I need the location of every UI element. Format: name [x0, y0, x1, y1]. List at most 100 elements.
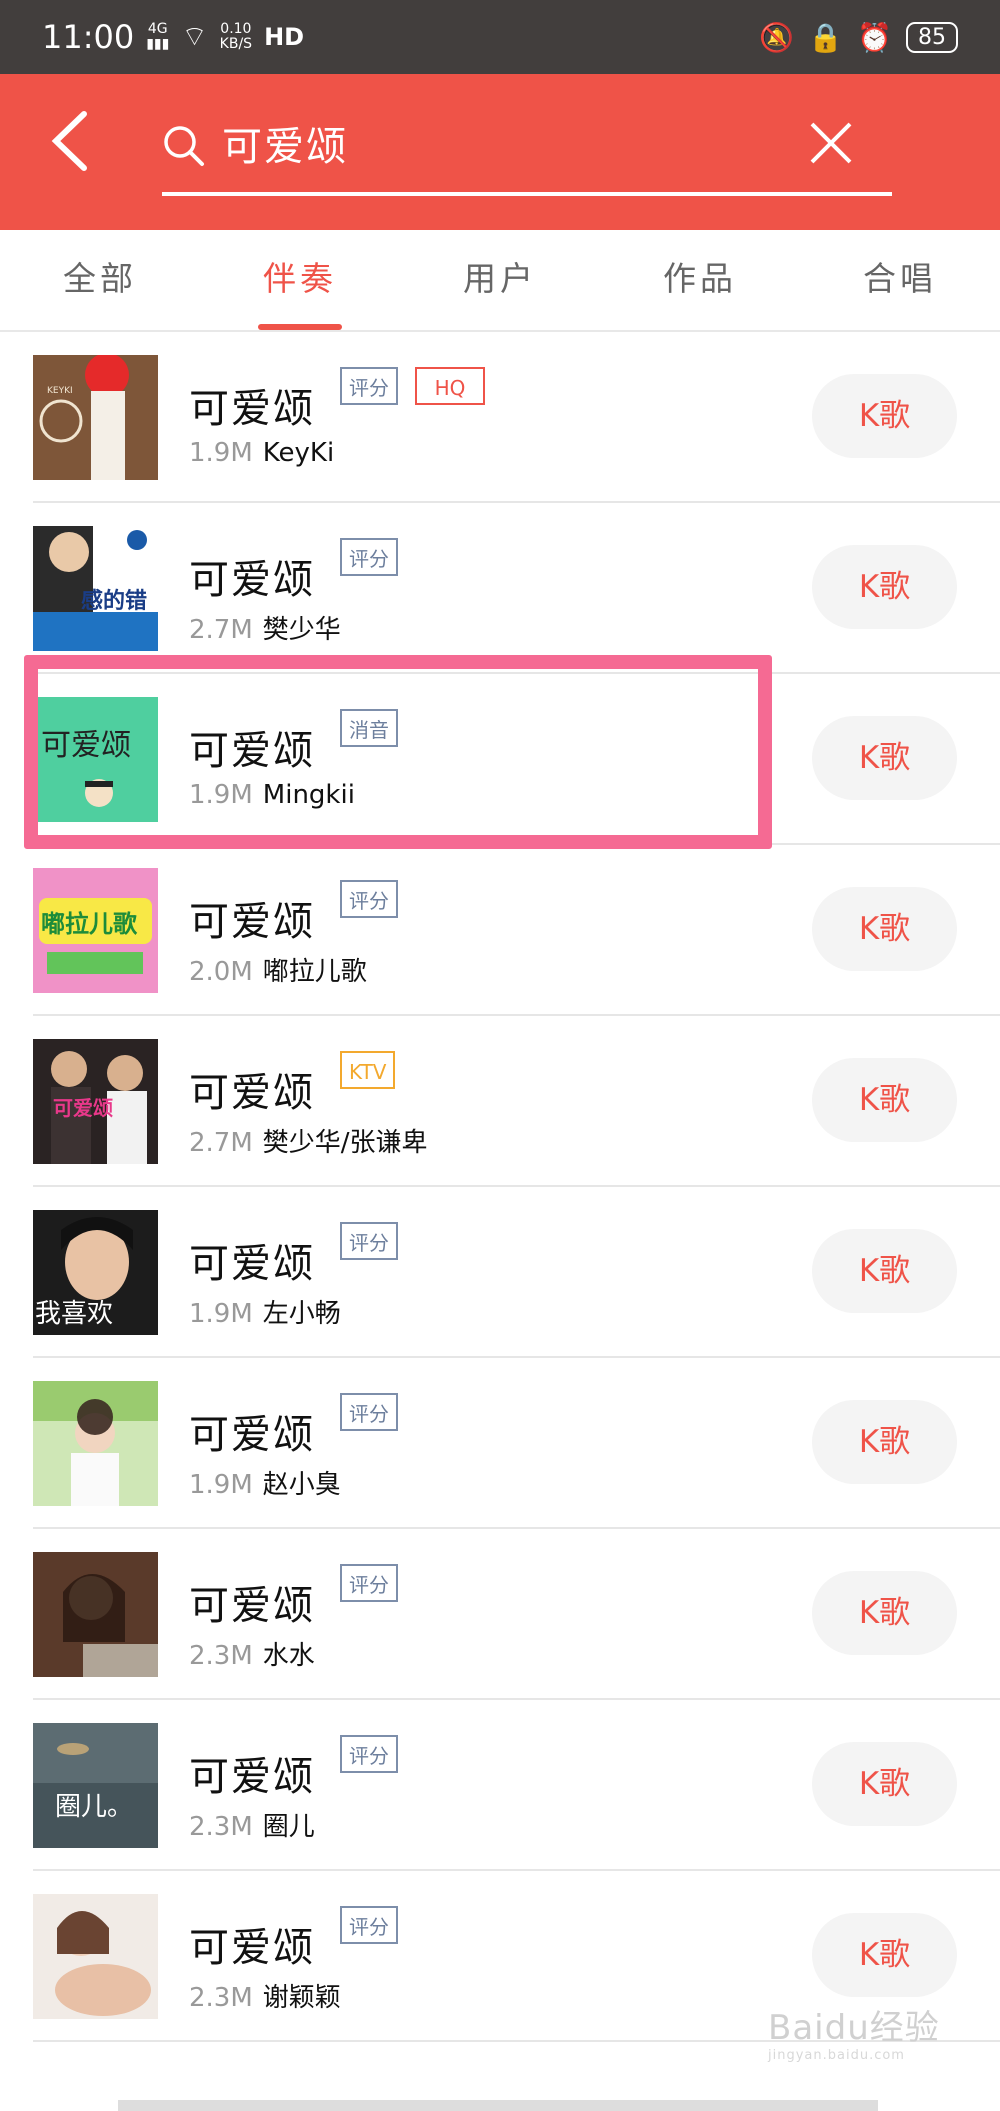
artist-name: 左小畅: [262, 1299, 341, 1329]
artist-name: 谢颖颖: [262, 1983, 341, 2013]
clear-button[interactable]: [806, 118, 856, 168]
tab-chorus[interactable]: 合唱: [800, 230, 1000, 330]
lock-rotation-icon: 🔒: [808, 20, 844, 54]
highlight-box: [24, 655, 772, 849]
bottom-scroll-bar: [118, 2100, 878, 2111]
sing-button[interactable]: K歌: [812, 1571, 957, 1655]
category-tabs: 全部 伴奏 用户 作品 合唱: [0, 230, 1000, 332]
song-title: 可爱颂: [189, 557, 315, 603]
search-header: 可爱颂: [0, 74, 1000, 230]
list-item[interactable]: KEYKI 可爱颂 评分 HQ 1.9M KeyKi K歌: [33, 332, 1000, 503]
tab-works[interactable]: 作品: [600, 230, 800, 330]
song-meta: 2.7M 樊少华: [189, 609, 341, 646]
album-cover: 嘟拉儿歌: [33, 868, 158, 993]
file-size: 1.9M: [189, 438, 253, 468]
sing-button[interactable]: K歌: [812, 1742, 957, 1826]
score-tag: 评分: [340, 367, 398, 405]
search-input[interactable]: 可爱颂: [222, 114, 348, 172]
score-tag: 评分: [340, 1906, 398, 1944]
cover-text: 可爱颂: [53, 1096, 113, 1120]
clock: 11:00: [42, 18, 135, 56]
score-tag: 评分: [340, 1564, 398, 1602]
file-size: 2.0M: [189, 957, 253, 987]
sing-button[interactable]: K歌: [812, 887, 957, 971]
song-meta: 1.9M 左小畅: [189, 1293, 341, 1330]
file-size: 2.3M: [189, 1641, 253, 1671]
album-cover: 可爱颂: [33, 1039, 158, 1164]
score-tag: 评分: [340, 1735, 398, 1773]
watermark-url: jingyan.baidu.com: [768, 2048, 905, 2063]
sing-button[interactable]: K歌: [812, 545, 957, 629]
song-meta: 2.3M 圈儿: [189, 1806, 315, 1843]
sing-button[interactable]: K歌: [812, 1229, 957, 1313]
list-item[interactable]: 圈儿。 可爱颂 评分 2.3M 圈儿 K歌: [33, 1700, 1000, 1871]
sing-button[interactable]: K歌: [812, 1400, 957, 1484]
hd-icon: HD: [264, 23, 305, 51]
album-cover: [33, 1894, 158, 2019]
album-cover: 我喜欢: [33, 1210, 158, 1335]
tab-users[interactable]: 用户: [400, 230, 600, 330]
wifi-icon: ⌔: [181, 19, 208, 53]
list-item[interactable]: 感的错 可爱颂 评分 2.7M 樊少华 K歌: [33, 503, 1000, 674]
net-speed: 0.10 KB/S: [219, 21, 253, 52]
song-meta: 1.9M KeyKi: [189, 438, 334, 468]
file-size: 2.3M: [189, 1812, 253, 1842]
sing-button[interactable]: K歌: [812, 1913, 957, 1997]
cover-text: 嘟拉儿歌: [41, 910, 138, 938]
song-title: 可爱颂: [189, 1925, 315, 1971]
status-bar: 11:00 4G ▮▮▮ ⌔ 0.10 KB/S HD 🔕 🔒 ⏰ 85: [0, 0, 1000, 74]
back-button[interactable]: [50, 110, 110, 180]
file-size: 1.9M: [189, 1470, 253, 1500]
sing-button[interactable]: K歌: [812, 1058, 957, 1142]
song-title: 可爱颂: [189, 1754, 315, 1800]
artist-name: 水水: [262, 1641, 315, 1671]
watermark: Baidu经验 jingyan.baidu.com: [768, 2000, 978, 2072]
chevron-left-icon: [51, 111, 87, 171]
list-item[interactable]: 可爱颂 可爱颂 KTV 2.7M 樊少华/张谦卑 K歌: [33, 1016, 1000, 1187]
search-bar[interactable]: 可爱颂: [162, 96, 892, 196]
hq-tag: HQ: [415, 367, 485, 405]
song-title: 可爱颂: [189, 386, 315, 432]
album-cover: [33, 1552, 158, 1677]
file-size: 1.9M: [189, 1299, 253, 1329]
cover-text: 圈儿。: [55, 1792, 133, 1822]
list-item[interactable]: 我喜欢 可爱颂 评分 1.9M 左小畅 K歌: [33, 1187, 1000, 1358]
list-item[interactable]: 可爱颂 评分 1.9M 赵小臭 K歌: [33, 1358, 1000, 1529]
song-meta: 2.3M 谢颖颖: [189, 1977, 341, 2014]
artist-name: 圈儿: [262, 1812, 315, 1842]
alarm-icon: ⏰: [857, 20, 892, 54]
artist-name: 樊少华/张谦卑: [262, 1128, 428, 1158]
song-title: 可爱颂: [189, 1412, 315, 1458]
song-title: 可爱颂: [189, 899, 315, 945]
artist-name: KeyKi: [262, 438, 335, 468]
artist-name: 嘟拉儿歌: [262, 957, 367, 987]
album-cover: 感的错: [33, 526, 158, 651]
song-title: 可爱颂: [189, 1241, 315, 1287]
score-tag: 评分: [340, 880, 398, 918]
artist-name: 樊少华: [262, 615, 341, 645]
song-meta: 2.0M 嘟拉儿歌: [189, 951, 367, 988]
file-size: 2.7M: [189, 615, 253, 645]
score-tag: 评分: [340, 538, 398, 576]
cover-text: 我喜欢: [35, 1299, 113, 1329]
cover-text: KEYKI: [47, 386, 73, 396]
network-indicator: 4G ▮▮▮: [146, 21, 170, 52]
watermark-brand: Baidu经验: [768, 2008, 940, 2048]
file-size: 2.7M: [189, 1128, 253, 1158]
tab-accompaniment[interactable]: 伴奏: [200, 230, 400, 330]
score-tag: 评分: [340, 1393, 398, 1431]
song-meta: 2.3M 水水: [189, 1635, 315, 1672]
tab-all[interactable]: 全部: [0, 230, 200, 330]
song-title: 可爱颂: [189, 1583, 315, 1629]
album-cover: 圈儿。: [33, 1723, 158, 1848]
search-icon: [164, 126, 204, 166]
list-item[interactable]: 嘟拉儿歌 可爱颂 评分 2.0M 嘟拉儿歌 K歌: [33, 845, 1000, 1016]
cover-text: 感的错: [81, 588, 147, 614]
list-item[interactable]: 可爱颂 评分 2.3M 水水 K歌: [33, 1529, 1000, 1700]
sing-button[interactable]: K歌: [812, 374, 957, 458]
score-tag: 评分: [340, 1222, 398, 1260]
sing-button[interactable]: K歌: [812, 716, 957, 800]
song-meta: 2.7M 樊少华/张谦卑: [189, 1122, 428, 1159]
file-size: 2.3M: [189, 1983, 253, 2013]
vibrate-icon: 🔕: [759, 20, 795, 54]
